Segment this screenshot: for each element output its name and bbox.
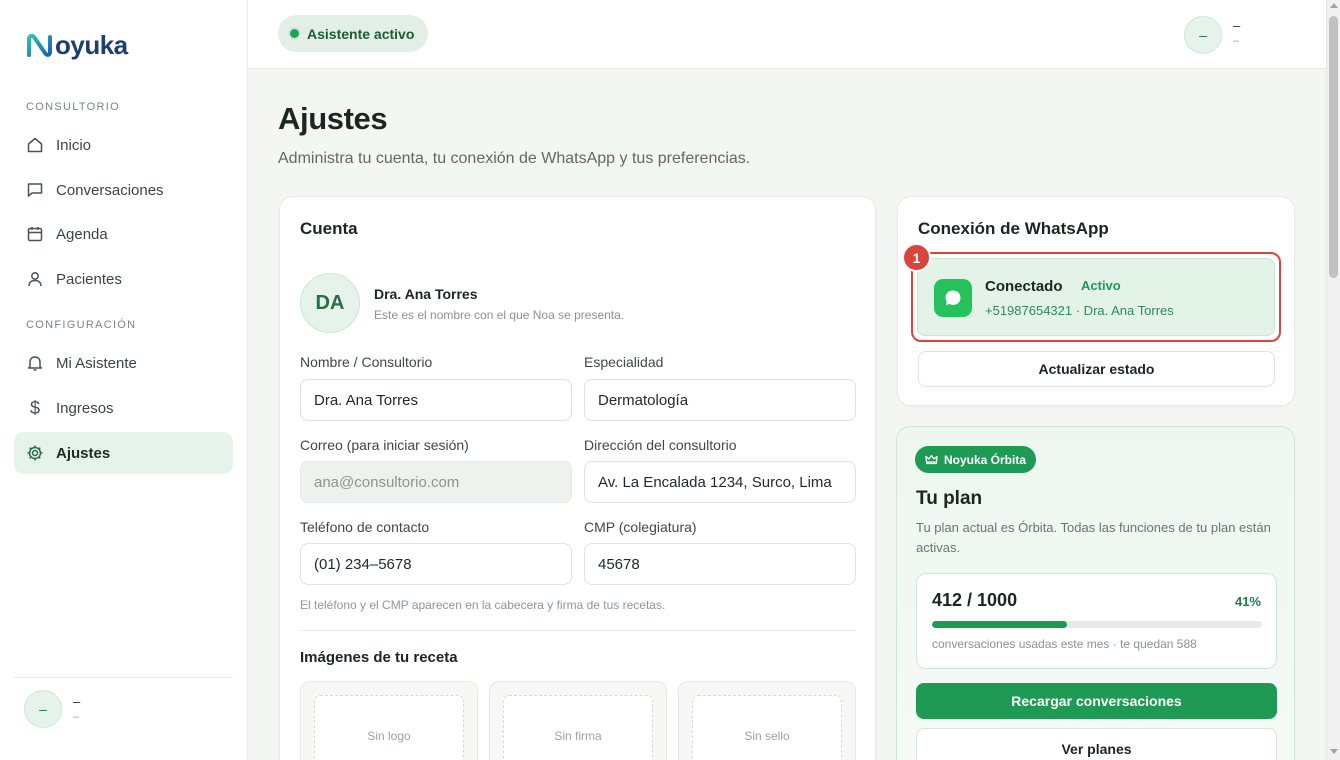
scroll-down-arrow-icon[interactable] [1330,749,1338,754]
brand-logo[interactable]: oyuka [26,30,128,61]
dollar-icon: $ [29,397,40,418]
refresh-status-button[interactable]: Actualizar estado [918,351,1275,387]
whatsapp-phone: +51987654321 · Dra. Ana Torres [985,303,1174,318]
sidebar-item-inicio[interactable]: Inicio [14,124,233,166]
plan-chip-label: Noyuka Órbita [944,452,1027,467]
account-card-title: Cuenta [300,219,358,238]
plan-chip: Noyuka Órbita [915,446,1037,473]
address-field[interactable] [584,461,856,503]
address-label: Dirección del consultorio [584,437,737,453]
view-plans-button[interactable]: Ver planes [916,728,1277,760]
sidebar-divider [14,677,233,678]
assistant-status-label: Asistente activo [307,25,415,42]
cmp-label: CMP (colegiatura) [584,519,697,535]
sidebar-item-label: Agenda [56,225,108,243]
recipe-images-title: Imágenes de tu receta [300,649,458,666]
status-badge: Activo [1081,278,1121,293]
home-icon [26,136,44,154]
step-number-badge: 1 [902,243,931,272]
sidebar-item-label: Inicio [56,136,92,154]
sidebar-item-label: Conversaciones [56,181,164,199]
plan-title: Tu plan [916,488,983,509]
gear-icon [26,444,44,462]
usage-percent: 41% [1234,594,1261,609]
top-user-name: – [1233,18,1241,33]
whatsapp-status-box: Conectado Activo +51987654321 · Dra. Ana… [917,258,1275,336]
signature-upload-slot[interactable]: Sin firma [489,681,667,760]
section-label-configuracion: CONFIGURACIÓN [26,319,137,331]
top-avatar[interactable]: – [1184,16,1222,54]
whatsapp-card-title: Conexión de WhatsApp [918,219,1109,238]
email-field [300,461,572,503]
whatsapp-icon [934,279,972,317]
scroll-thumb[interactable] [1329,16,1338,278]
account-avatar: DA [300,273,360,333]
status-dot-icon [290,29,299,38]
fields-note: El teléfono y el CMP aparecen en la cabe… [300,598,666,612]
stamp-placeholder: Sin sello [692,695,842,760]
name-field[interactable] [300,379,572,421]
chat-icon [26,181,44,199]
sidebar-item-agenda[interactable]: Agenda [14,213,233,255]
sidebar-item-conversaciones[interactable]: Conversaciones [14,169,233,211]
crown-icon [925,454,938,465]
user-icon [26,270,44,288]
usage-box: 412 / 1000 41% conversaciones usadas est… [916,573,1277,669]
whatsapp-status: Conectado [985,278,1063,295]
bell-icon [26,354,44,372]
account-card: Cuenta DA Dra. Ana Torres Este es el nom… [279,196,876,760]
user-name: – [73,694,81,709]
cmp-field[interactable] [584,543,856,585]
calendar-icon [26,225,44,243]
logo-placeholder: Sin logo [314,695,464,760]
name-label: Nombre / Consultorio [300,354,433,370]
usage-progress-bar [932,621,1262,628]
whatsapp-card: Conexión de WhatsApp Conectado Activo +5… [897,196,1295,406]
account-display-description: Este es el nombre con el que Noa se pres… [374,308,625,322]
sidebar-item-pacientes[interactable]: Pacientes [14,258,233,300]
assistant-status-badge: Asistente activo [278,15,429,52]
phone-field[interactable] [300,543,572,585]
section-label-consultorio: CONSULTORIO [26,101,120,113]
section-divider [300,630,856,631]
top-user-subtitle: – [1233,35,1240,47]
sidebar-item-ingresos[interactable]: $ Ingresos [14,387,233,429]
email-label: Correo (para iniciar sesión) [300,437,469,453]
sidebar-item-label: Ingresos [56,399,114,417]
sidebar-item-mi-asistente[interactable]: Mi Asistente [14,342,233,384]
scroll-up-arrow-icon[interactable] [1330,3,1338,8]
top-bar: Asistente activo – – – [248,0,1326,69]
specialty-label: Especialidad [584,354,664,370]
sidebar-item-label: Ajustes [56,444,111,462]
sidebar-item-ajustes[interactable]: Ajustes [14,432,233,474]
plan-card: Noyuka Órbita Tu plan Tu plan actual es … [896,426,1295,760]
sidebar-item-label: Mi Asistente [56,354,137,372]
phone-label: Teléfono de contacto [300,519,430,535]
page-subtitle: Administra tu cuenta, tu conexión de Wha… [278,150,751,167]
page-title: Ajustes [278,101,388,136]
recharge-button[interactable]: Recargar conversaciones [916,683,1277,719]
stamp-upload-slot[interactable]: Sin sello [678,681,856,760]
usage-count: 412 / 1000 [932,590,1018,610]
sidebar-item-label: Pacientes [56,270,122,288]
signature-placeholder: Sin firma [503,695,653,760]
page-scrollbar[interactable] [1326,0,1340,760]
noyuka-logo-icon [27,33,52,57]
account-display-name: Dra. Ana Torres [374,286,478,302]
user-subtitle: – [73,711,80,723]
usage-note: conversaciones usadas este mes · te qued… [932,637,1197,651]
specialty-field[interactable] [584,379,856,421]
logo-upload-slot[interactable]: Sin logo [300,681,478,760]
brand-name: oyuka [55,30,128,60]
avatar[interactable]: – [24,690,62,728]
usage-progress-fill [932,621,1068,628]
plan-description: Tu plan actual es Órbita. Todas las func… [916,520,1271,555]
sidebar: oyuka CONSULTORIO Inicio Conversaciones … [0,0,248,760]
